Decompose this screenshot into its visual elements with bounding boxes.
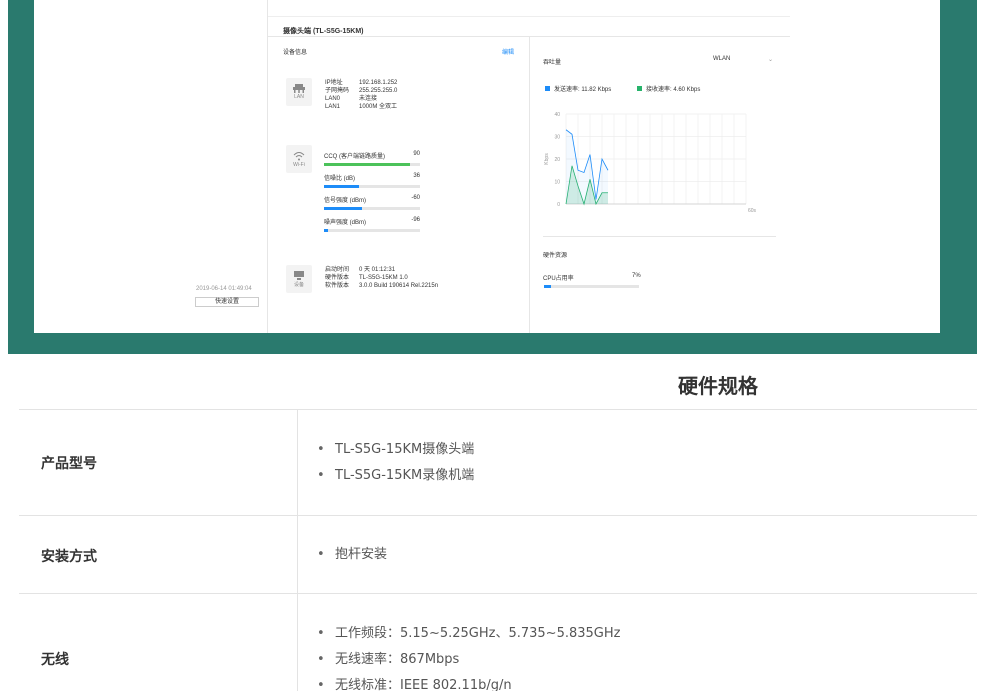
wifi-icon [293, 151, 305, 160]
chevron-down-icon: ⌄ [767, 57, 773, 63]
noise-meter: 噪声强度 (dBm) -96 [324, 217, 420, 232]
list-item: TL-S5G-15KM录像机端 [317, 463, 474, 489]
lan-row: 子网掩码 255.255.255.0 [325, 88, 398, 94]
lan-row: LAN0 未连接 [325, 96, 378, 102]
list-item: 抱杆安装 [317, 542, 387, 568]
throughput-title: 吞吐量 [543, 60, 562, 66]
chart-rule [543, 236, 776, 237]
legend-send-swatch [545, 86, 550, 91]
device-icon [294, 270, 304, 280]
throughput-chart: 40 30 20 10 0 Kbps 60s [544, 112, 757, 214]
legend-send: 发送速率: 11.82 Kbps [545, 84, 611, 93]
list-item: 无线速率：867Mbps [317, 647, 620, 673]
noise-meter-fill [324, 229, 328, 232]
x-end-label: 60s [748, 208, 757, 214]
list-item: 工作频段：5.15~5.25GHz、5.735~5.835GHz [317, 621, 620, 647]
device-row: 启动时间 0 天 01:12:31 [325, 267, 396, 273]
device-icon-box: 设备 [286, 265, 312, 293]
throughput-select-value: WLAN [713, 56, 731, 62]
lan-icon-box: LAN [286, 78, 312, 106]
device-row: 软件版本 3.0.0 Build 190614 Rel.2215n [325, 283, 439, 289]
router-ui-panel [34, 0, 940, 333]
quick-setup-button[interactable]: 快速设置 [195, 297, 259, 307]
device-title: 摄像头端 (TL-S5G-15KM) [283, 28, 364, 35]
signal-meter-fill [324, 207, 363, 210]
spec-title: 硬件规格 [678, 374, 758, 398]
spec-row-install: 安装方式 抱杆安装 [19, 515, 977, 594]
list-item: 无线标准：IEEE 802.11b/g/n [317, 673, 620, 691]
y-tick-label: 40 [554, 112, 560, 118]
column-divider [529, 37, 530, 333]
y-tick-label: 30 [554, 135, 560, 141]
wifi-icon-box: Wi-Fi [286, 145, 312, 173]
cpu-meter [544, 285, 639, 288]
device-info-title: 设备信息 [283, 50, 308, 56]
signal-meter: 信号强度 (dBm) -60 [324, 195, 420, 210]
cpu-value: 7% [632, 273, 641, 279]
spec-row-items: TL-S5G-15KM摄像头端 TL-S5G-15KM录像机端 [317, 437, 474, 489]
legend-recv-swatch [637, 86, 642, 91]
spec-row-label: 无线 [41, 652, 69, 668]
spec-row-wireless: 无线 工作频段：5.15~5.25GHz、5.735~5.835GHz 无线速率… [19, 593, 977, 691]
ccq-meter-fill [324, 163, 411, 166]
lan-row: LAN1 1000M 全双工 [325, 104, 398, 110]
spec-row-label: 产品型号 [41, 456, 97, 472]
header-rule [268, 36, 790, 37]
throughput-select[interactable]: WLAN ⌄ [713, 56, 773, 66]
edit-link[interactable]: 编辑 [502, 47, 514, 56]
cpu-meter-fill [544, 285, 551, 288]
y-axis-label: Kbps [544, 153, 550, 165]
snr-meter: 信噪比 (dB) 36 [324, 173, 420, 188]
lan-icon-label: LAN [294, 94, 304, 100]
spec-row-items: 工作频段：5.15~5.25GHz、5.735~5.835GHz 无线速率：86… [317, 621, 620, 691]
lan-icon [293, 84, 305, 93]
legend-send-label: 发送速率: 11.82 Kbps [554, 87, 612, 93]
lan-info: IP地址 192.168.1.252 子网掩码 255.255.255.0 LAN0… [325, 79, 397, 111]
list-item: TL-S5G-15KM摄像头端 [317, 437, 474, 463]
lan-row: IP地址 192.168.1.252 [325, 80, 398, 86]
system-datetime: 2019-06-14 01:49:04 [196, 286, 252, 292]
top-rule [268, 16, 790, 17]
legend-recv: 接收速率: 4.60 Kbps [637, 84, 700, 93]
hardware-resources-title: 硬件资源 [543, 253, 568, 259]
spec-row-label: 安装方式 [41, 549, 97, 565]
spec-row-items: 抱杆安装 [317, 542, 387, 568]
spec-table: 产品型号 TL-S5G-15KM摄像头端 TL-S5G-15KM录像机端 安装方… [19, 409, 977, 691]
device-info: 启动时间 0 天 01:12:31 硬件版本 TL-S5G-15KM 1.0 软件版… [325, 266, 438, 290]
device-icon-label: 设备 [293, 281, 304, 288]
y-tick-label: 10 [554, 180, 560, 186]
wifi-icon-label: Wi-Fi [293, 161, 305, 168]
ccq-meter: CCQ (客户端链路质量) 90 [324, 151, 420, 166]
cpu-label: CPU占用率 [543, 276, 574, 282]
sidebar-divider [267, 0, 268, 333]
device-row: 硬件版本 TL-S5G-15KM 1.0 [325, 275, 408, 281]
legend-recv-label: 接收速率: 4.60 Kbps [646, 87, 701, 93]
y-tick-label: 0 [557, 202, 560, 208]
snr-meter-fill [324, 185, 359, 188]
y-tick-label: 20 [554, 157, 560, 163]
spec-row-model: 产品型号 TL-S5G-15KM摄像头端 TL-S5G-15KM录像机端 [19, 409, 977, 516]
